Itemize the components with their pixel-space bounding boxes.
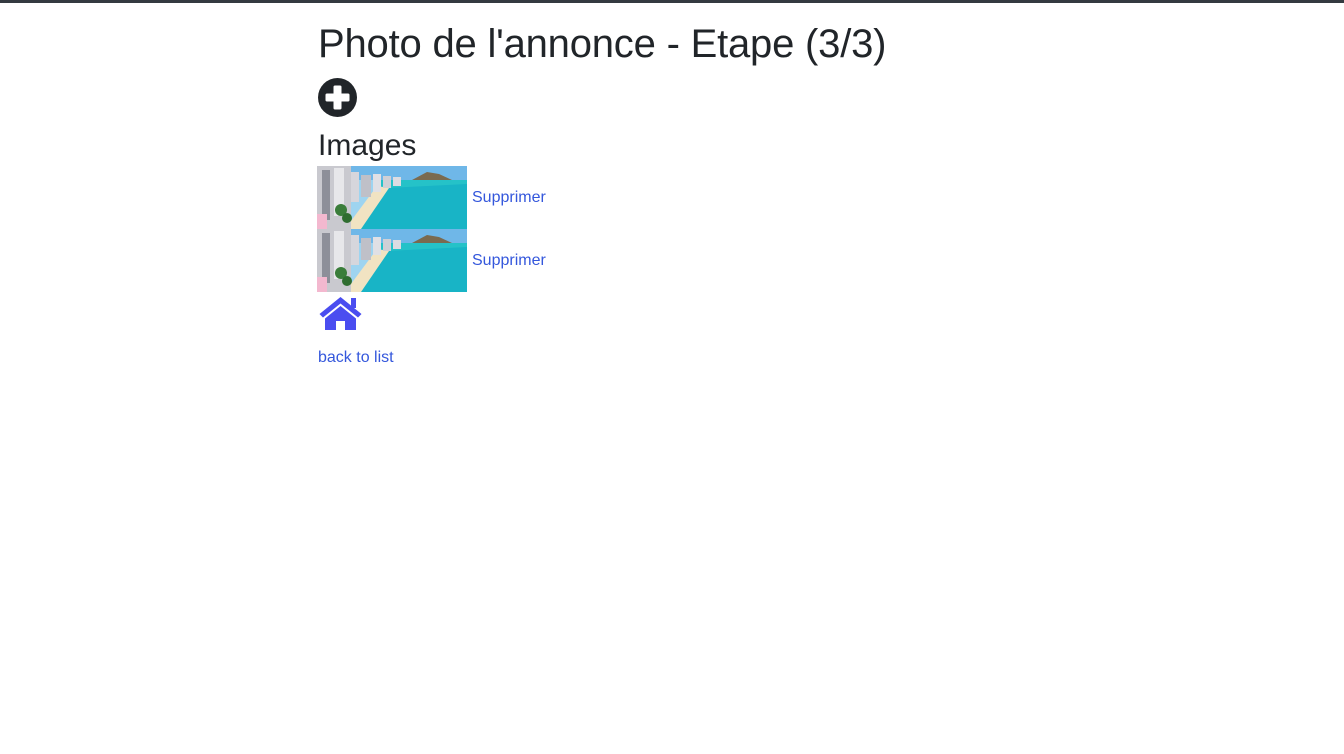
images-section-title: Images xyxy=(318,129,417,162)
beach-photo xyxy=(317,229,467,292)
home-icon xyxy=(319,297,362,330)
main-content: Photo de l'annonce - Etape (3/3) Images xyxy=(317,3,1018,367)
back-to-list-link[interactable]: back to list xyxy=(318,349,394,367)
image-row: Supprimer xyxy=(317,166,1018,229)
image-row: Supprimer xyxy=(317,229,1018,292)
page-title: Photo de l'annonce - Etape (3/3) xyxy=(318,22,887,66)
plus-circle-icon xyxy=(318,78,357,117)
home-button[interactable] xyxy=(318,294,363,332)
beach-photo xyxy=(317,166,467,229)
delete-image-link[interactable]: Supprimer xyxy=(472,189,546,207)
images-list: Supprimer Supprimer xyxy=(317,166,1018,292)
add-image-button[interactable] xyxy=(318,78,357,117)
delete-image-link[interactable]: Supprimer xyxy=(472,252,546,270)
